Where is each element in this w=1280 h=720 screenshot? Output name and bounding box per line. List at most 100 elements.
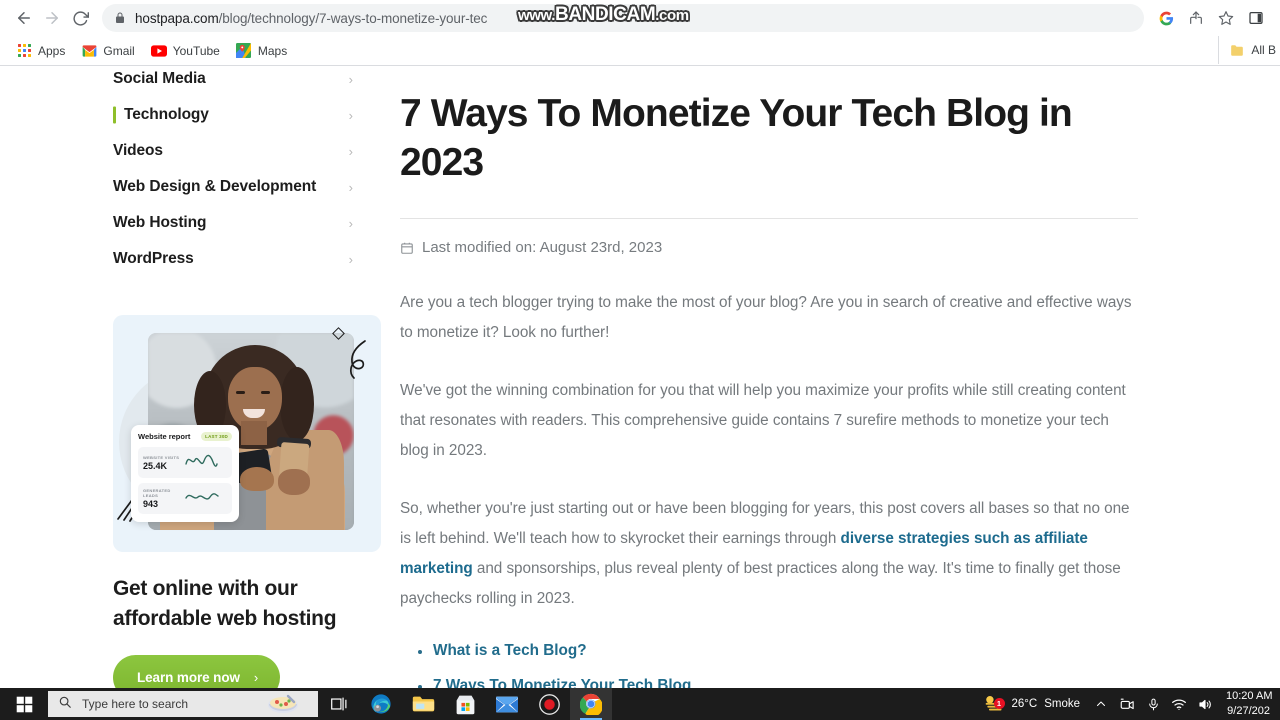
back-button[interactable]: [10, 4, 38, 32]
watermark-main: BANDICAM: [555, 4, 656, 25]
page-layout: Social Media › Technology › Videos › Web…: [0, 67, 1280, 688]
all-bookmarks-label: All B: [1251, 43, 1276, 57]
url-path: /blog/technology/7-ways-to-monetize-your…: [218, 10, 488, 26]
page-viewport: Social Media › Technology › Videos › Web…: [0, 67, 1280, 688]
all-bookmarks-button[interactable]: All B: [1218, 36, 1280, 64]
reload-button[interactable]: [66, 4, 94, 32]
url-domain: hostpapa.com: [135, 10, 219, 26]
weather-condition-text: Smoke: [1044, 698, 1080, 710]
bookmark-label: YouTube: [172, 43, 220, 58]
food-bowl-icon: [266, 693, 300, 717]
microphone-icon[interactable]: [1140, 688, 1166, 720]
chevron-right-icon: ›: [348, 251, 353, 267]
chevron-up-icon[interactable]: [1088, 688, 1114, 720]
bookmarks-bar: Apps Gmail YouTube Maps All B: [0, 36, 1280, 66]
bandicam-icon[interactable]: [528, 688, 570, 720]
title-divider: [400, 218, 1138, 220]
bookmark-maps[interactable]: Maps: [228, 40, 295, 62]
camera-icon[interactable]: [1114, 688, 1140, 720]
folder-icon: [1229, 42, 1245, 58]
sidebar-item-social-media[interactable]: Social Media ›: [113, 67, 373, 97]
chevron-right-icon: ›: [348, 107, 353, 123]
chevron-right-icon: ›: [348, 215, 353, 231]
sparkline-icon: [185, 487, 227, 510]
forward-button[interactable]: [38, 4, 66, 32]
paragraph-text-after: and sponsorships, plus reveal plenty of …: [400, 560, 1121, 607]
toc-item: What is a Tech Blog?: [400, 642, 1140, 660]
promo-heading: Get online with our affordable web hosti…: [113, 577, 337, 630]
wifi-icon[interactable]: [1166, 688, 1192, 720]
report-card-title: Website report: [138, 432, 191, 441]
youtube-icon: [150, 43, 167, 59]
sidebar-item-web-hosting[interactable]: Web Hosting ›: [113, 205, 373, 241]
chevron-right-icon: ›: [348, 71, 353, 87]
sparkline-icon: [185, 451, 227, 474]
report-card-header: Website report LAST 30D: [138, 432, 232, 441]
report-metric-row: WEBSITE VISITS 25.4K: [138, 447, 232, 478]
metric-value: 25.4K: [143, 460, 168, 471]
chrome-icon[interactable]: [570, 688, 612, 720]
sidebar-item-wordpress[interactable]: WordPress ›: [113, 241, 373, 277]
table-of-contents: What is a Tech Blog? 7 Ways To Monetize …: [400, 642, 1140, 688]
task-view-icon[interactable]: [318, 688, 360, 720]
category-list: Social Media › Technology › Videos › Web…: [113, 67, 400, 277]
bookmark-label: Maps: [257, 43, 288, 58]
lock-icon: [114, 12, 126, 24]
squiggle-doodle-icon: [343, 339, 373, 392]
mail-icon[interactable]: [486, 688, 528, 720]
bookmark-youtube[interactable]: YouTube: [143, 40, 228, 62]
article-paragraph-with-link: So, whether you're just starting out or …: [400, 494, 1136, 614]
gmail-icon: [81, 43, 97, 59]
toc-item: 7 Ways To Monetize Your Tech Blog 1. Aff…: [400, 677, 1140, 688]
windows-start-icon[interactable]: [0, 688, 48, 720]
article-content: 7 Ways To Monetize Your Tech Blog in 202…: [400, 67, 1140, 688]
side-panel-icon[interactable]: [1242, 4, 1270, 32]
search-placeholder: Type here to search: [82, 697, 189, 711]
chevron-right-icon: ›: [348, 143, 353, 159]
report-card-badge: LAST 30D: [201, 432, 232, 441]
active-accent-bar: [113, 106, 116, 124]
search-icon: [58, 695, 72, 714]
microsoft-store-icon[interactable]: [444, 688, 486, 720]
watermark-suffix: .com: [655, 7, 689, 24]
edge-icon[interactable]: [360, 688, 402, 720]
bookmark-label: Apps: [38, 43, 66, 58]
bookmark-apps[interactable]: Apps: [8, 40, 73, 62]
bandicam-watermark: www.BANDICAM.com: [518, 4, 689, 26]
taskbar-clock[interactable]: 10:20 AM 9/27/202: [1218, 689, 1276, 718]
windows-taskbar: Type here to search 1 26°C Smoke 10:20 A…: [0, 688, 1280, 720]
star-icon[interactable]: [1212, 4, 1240, 32]
sidebar-item-label: Web Design & Development: [113, 178, 317, 195]
sidebar-item-technology[interactable]: Technology ›: [113, 97, 373, 133]
taskbar-search-input[interactable]: Type here to search: [48, 691, 318, 717]
toolbar-right-icons: [1152, 4, 1270, 32]
clock-time: 10:20 AM: [1226, 690, 1273, 703]
calendar-icon: [400, 241, 414, 255]
promo-card[interactable]: Website report LAST 30D WEBSITE VISITS 2…: [113, 315, 381, 688]
weather-widget[interactable]: 1 26°C Smoke: [975, 694, 1089, 715]
learn-more-button[interactable]: Learn more now ›: [113, 654, 281, 688]
toc-link-what-is-a-tech-blog[interactable]: What is a Tech Blog?: [433, 642, 587, 659]
sidebar-item-label: Videos: [113, 142, 163, 159]
sidebar-item-web-design-development[interactable]: Web Design & Development ›: [113, 169, 373, 205]
url-text: hostpapa.com/blog/technology/7-ways-to-m…: [135, 11, 487, 26]
google-profile-icon[interactable]: [1152, 4, 1180, 32]
toc-link-7-ways-to-monetize[interactable]: 7 Ways To Monetize Your Tech Blog: [433, 677, 691, 688]
watermark-prefix: www.: [518, 7, 556, 24]
sidebar-item-label: Web Hosting: [113, 214, 207, 231]
metric-label: WEBSITE VISITS: [143, 454, 180, 460]
file-explorer-icon[interactable]: [402, 688, 444, 720]
website-report-card: Website report LAST 30D WEBSITE VISITS 2…: [131, 425, 239, 522]
metric-label: GENERATED LEADS: [143, 488, 171, 498]
temperature-text: 26°C: [1011, 698, 1038, 710]
learn-more-label: Learn more now: [137, 669, 240, 685]
report-metric-row: GENERATED LEADS 943: [138, 483, 232, 514]
promo-image: Website report LAST 30D WEBSITE VISITS 2…: [113, 315, 381, 552]
sidebar-item-label: Social Media: [113, 70, 206, 87]
bookmark-gmail[interactable]: Gmail: [73, 40, 142, 62]
share-icon[interactable]: [1182, 4, 1210, 32]
maps-icon: [236, 43, 252, 59]
notification-badge: 1: [993, 697, 1005, 709]
volume-icon[interactable]: [1192, 688, 1218, 720]
sidebar-item-videos[interactable]: Videos ›: [113, 133, 373, 169]
